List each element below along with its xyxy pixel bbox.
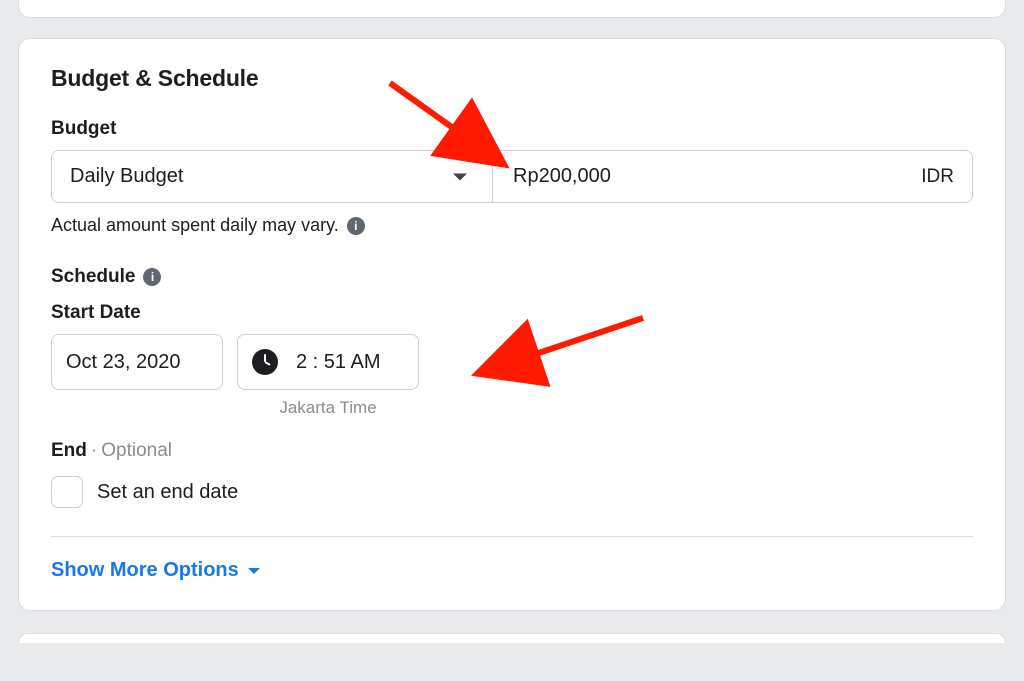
- start-date-row: Oct 23, 2020 2 : 51 AM Jakarta Time: [51, 334, 973, 418]
- budget-amount-field[interactable]: IDR: [493, 150, 973, 203]
- budget-helper-text: Actual amount spent daily may vary. i: [51, 215, 973, 236]
- start-time-column: 2 : 51 AM Jakarta Time: [237, 334, 419, 418]
- timezone-label: Jakarta Time: [279, 398, 376, 418]
- set-end-date-label: Set an end date: [97, 481, 238, 504]
- budget-type-value: Daily Budget: [70, 165, 183, 188]
- start-time-input[interactable]: 2 : 51 AM: [237, 334, 419, 390]
- next-card-top: [18, 633, 1006, 643]
- schedule-label: Schedule i: [51, 266, 973, 288]
- show-more-label: Show More Options: [51, 559, 239, 582]
- clock-icon: [252, 349, 278, 375]
- previous-card-bottom: [18, 0, 1006, 18]
- budget-row: Daily Budget IDR: [51, 150, 973, 203]
- show-more-options-link[interactable]: Show More Options: [51, 559, 261, 582]
- start-date-label: Start Date: [51, 302, 973, 324]
- start-date-input[interactable]: Oct 23, 2020: [51, 334, 223, 390]
- info-icon[interactable]: i: [347, 217, 365, 235]
- budget-label: Budget: [51, 118, 973, 140]
- chevron-down-icon: [452, 165, 468, 188]
- budget-schedule-card: Budget & Schedule Budget Daily Budget ID…: [18, 38, 1006, 611]
- section-title: Budget & Schedule: [51, 65, 973, 92]
- budget-helper-label: Actual amount spent daily may vary.: [51, 215, 339, 236]
- divider: [51, 536, 973, 537]
- info-icon[interactable]: i: [143, 268, 161, 286]
- budget-currency: IDR: [921, 166, 954, 188]
- chevron-down-icon: [247, 559, 261, 582]
- set-end-date-checkbox[interactable]: [51, 476, 83, 508]
- end-optional: Optional: [101, 440, 172, 461]
- end-label-row: End·Optional: [51, 440, 973, 462]
- end-label: End: [51, 440, 87, 461]
- budget-type-select[interactable]: Daily Budget: [51, 150, 493, 203]
- budget-amount-input[interactable]: [511, 164, 913, 189]
- start-date-value: Oct 23, 2020: [66, 351, 181, 374]
- start-time-value: 2 : 51 AM: [296, 351, 381, 374]
- set-end-date-row: Set an end date: [51, 476, 973, 508]
- schedule-label-text: Schedule: [51, 266, 135, 288]
